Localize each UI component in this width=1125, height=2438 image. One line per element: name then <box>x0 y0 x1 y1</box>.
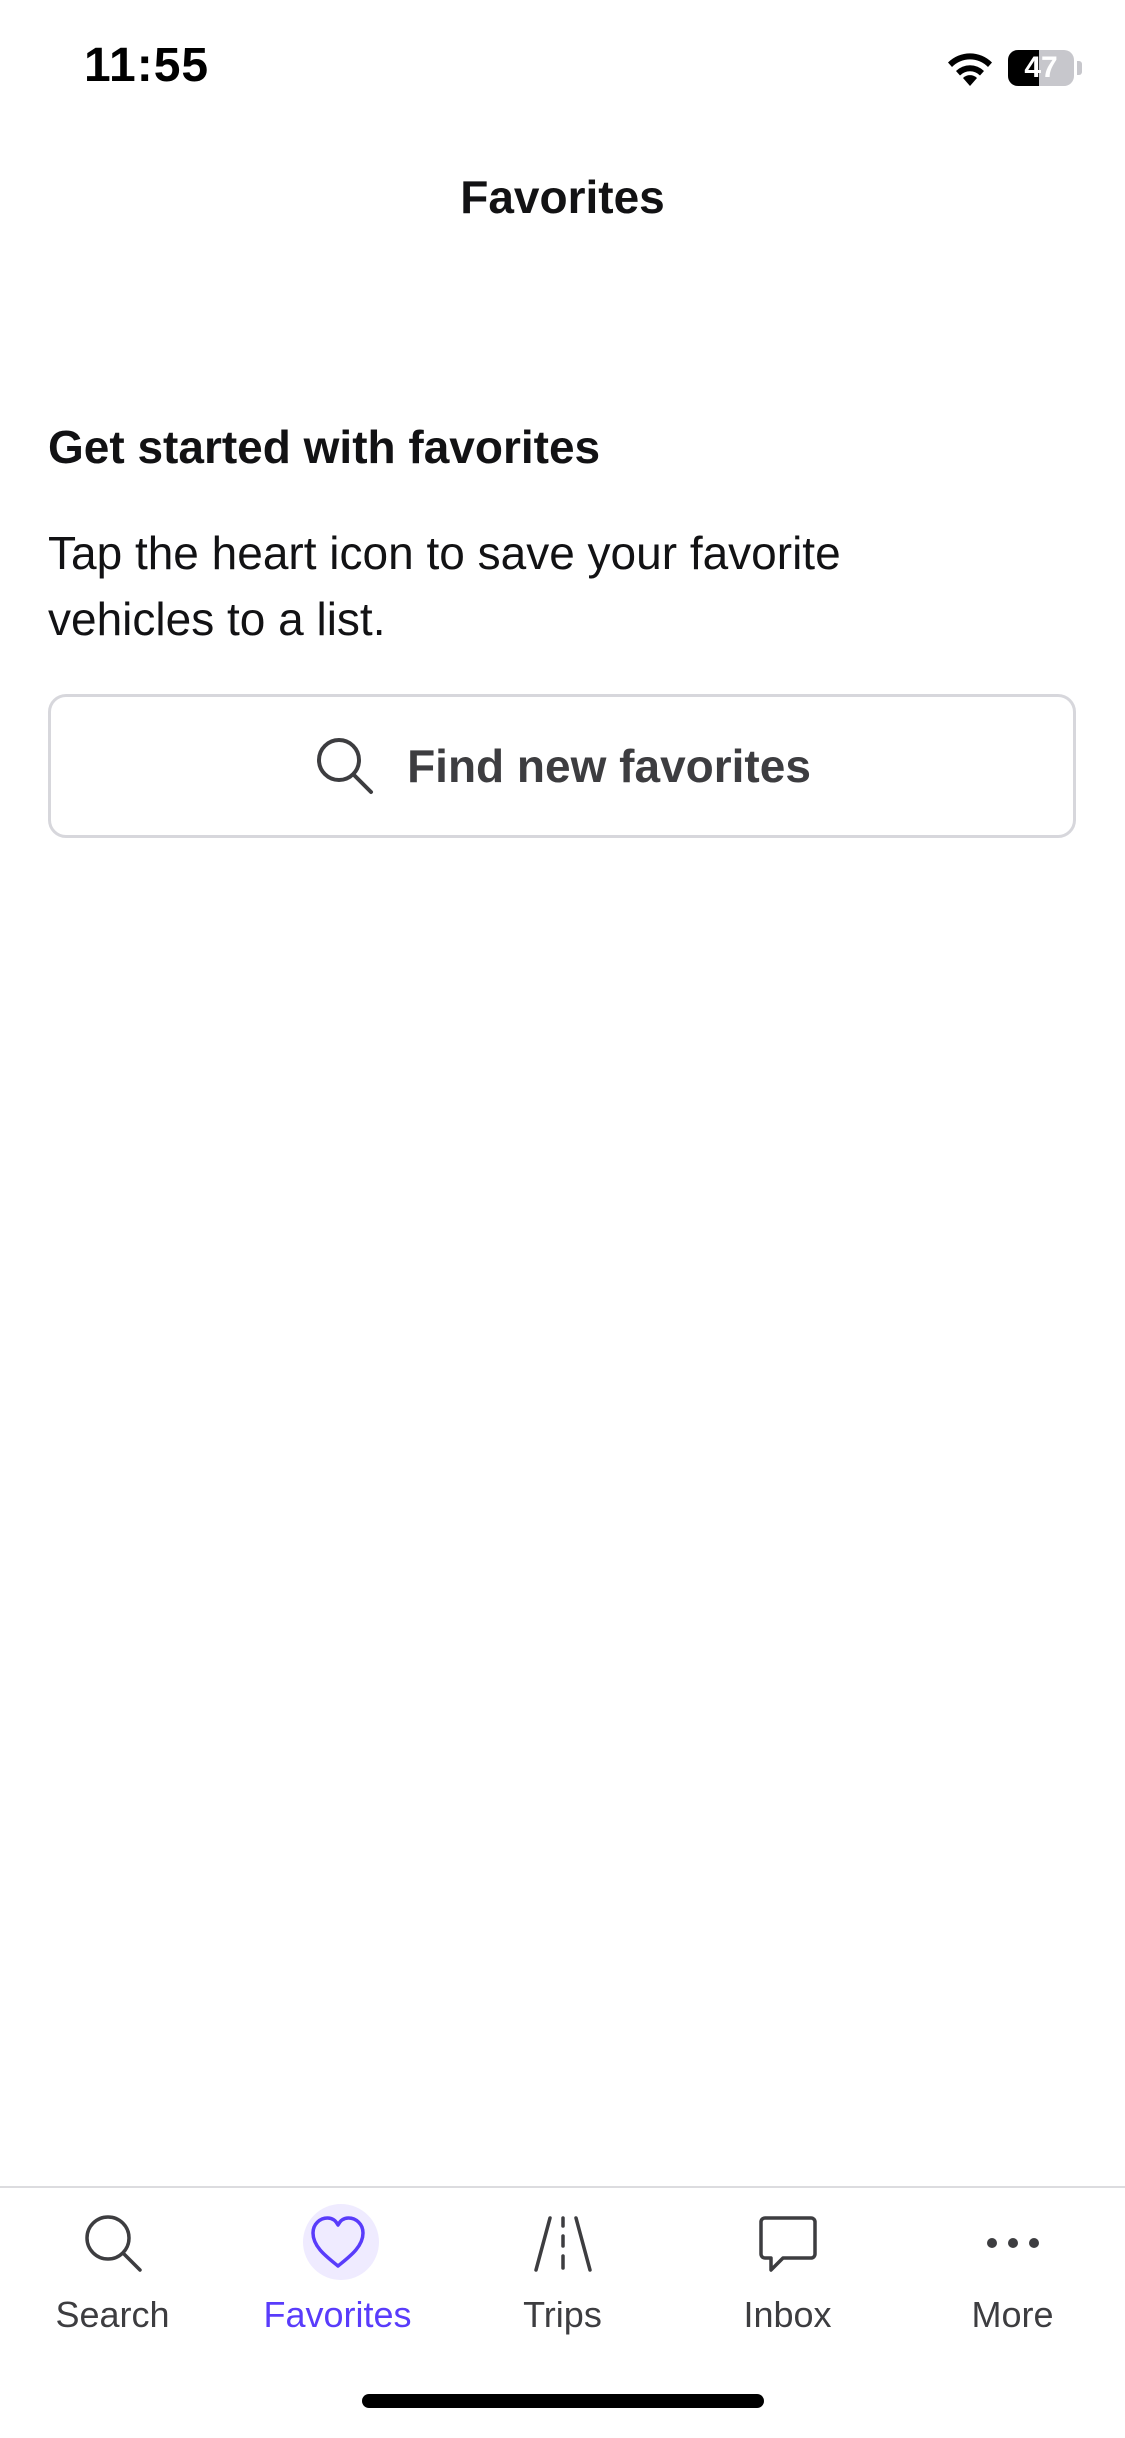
empty-state-body: Tap the heart icon to save your favorite… <box>48 527 841 645</box>
tab-more[interactable]: More <box>900 2188 1125 2368</box>
page-title: Favorites <box>460 171 665 223</box>
battery-indicator: 47 <box>1008 50 1074 86</box>
more-dots-icon <box>987 2238 1039 2248</box>
tab-inbox[interactable]: Inbox <box>675 2188 900 2368</box>
wifi-icon <box>948 53 992 86</box>
tab-inbox-label: Inbox <box>743 2294 832 2335</box>
find-new-favorites-button[interactable]: Find new favorites <box>48 694 1076 838</box>
tab-trips[interactable]: Trips <box>450 2188 675 2368</box>
search-icon <box>85 2215 142 2272</box>
tab-search-label: Search <box>55 2294 170 2335</box>
home-indicator[interactable] <box>362 2394 764 2408</box>
status-bar: 11:55 47 <box>0 0 1125 132</box>
chat-bubble-icon <box>759 2216 817 2272</box>
tab-favorites[interactable]: Favorites <box>225 2188 450 2368</box>
road-icon <box>534 2216 592 2272</box>
battery-nub <box>1077 61 1082 75</box>
find-new-favorites-label: Find new favorites <box>407 740 811 792</box>
search-icon <box>317 738 374 794</box>
battery-level: 47 <box>1024 51 1058 84</box>
tab-favorites-label: Favorites <box>263 2294 412 2335</box>
empty-state-heading: Get started with favorites <box>48 421 601 473</box>
heart-icon <box>311 2216 365 2268</box>
tab-search[interactable]: Search <box>0 2188 225 2368</box>
tab-trips-label: Trips <box>523 2294 602 2335</box>
tab-more-label: More <box>971 2294 1054 2335</box>
status-time: 11:55 <box>84 39 210 92</box>
